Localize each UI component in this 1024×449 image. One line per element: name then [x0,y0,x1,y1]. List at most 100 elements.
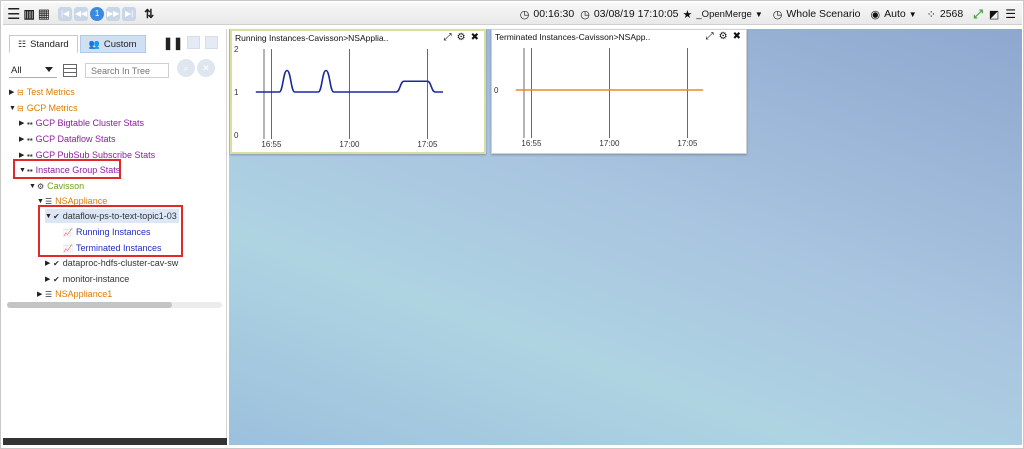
tree-label: GCP Dataflow Stats [35,134,116,144]
tab-custom[interactable]: 👥 Custom [79,35,146,53]
caret-down-icon[interactable]: ▼ [29,183,37,190]
scenario-label: Whole Scenario [786,8,861,20]
chevron-down-icon [45,67,53,72]
y-tick-label: 0 [494,86,499,95]
top-toolbar: ☰ ▥ ▦ |◀ ◀◀ 1 ▶▶ ▶| ⇅ ◷ 00:16:30 ◷ 03/08… [3,3,1022,25]
search-input[interactable] [85,63,169,78]
folder-icon: ⊟ [17,103,24,113]
spinner-icon: ⁘ [926,8,936,21]
x-tick-label: 17:00 [339,140,360,149]
search-button[interactable]: ⌕ [177,59,195,77]
gear-icon[interactable]: ⚙ [457,32,466,43]
caret-right-icon[interactable]: ▶ [45,275,53,283]
y-tick-label: 1 [234,88,239,97]
y-tick-label: 0 [234,131,239,140]
pager-next-button[interactable]: ▶▶ [106,6,121,21]
sidebar-footer [3,438,227,445]
close-icon[interactable]: ✖ [733,31,741,42]
scenario-selector[interactable]: ◷ Whole Scenario [773,8,861,21]
highlight-box-dataflow [38,205,183,257]
list-icon[interactable]: ☰ [1005,7,1016,21]
group-icon: ▪▪ [27,134,33,144]
refresh-count-value: 2568 [939,8,964,20]
server-icon: ☰ [45,289,53,299]
caret-down-icon[interactable]: ▼ [37,198,45,205]
favorite-selector[interactable]: ★ _OpenMerge ▼ [683,8,763,21]
clock-icon: ◷ [772,8,783,21]
expand-icon[interactable]: ⤢ [444,32,452,43]
elapsed-time: ◷ 00:16:30 [520,8,574,21]
settings-button[interactable] [205,36,218,49]
caret-right-icon[interactable]: ▶ [19,119,27,127]
tree-item-gcp-dataflow[interactable]: ▶ ▪▪ GCP Dataflow Stats [19,132,116,146]
expand-arrows-icon[interactable]: ⤢ [973,7,983,22]
list-icon: ☷ [18,38,27,49]
caret-right-icon[interactable]: ▶ [37,290,45,298]
tree-label: Test Metrics [26,87,75,97]
tab-standard[interactable]: ☷ Standard [9,35,78,53]
tree-item-cavisson[interactable]: ▼ ⚙ Cavisson [29,179,84,193]
view-mode-selector[interactable]: ◉ Auto ▼ [871,8,917,21]
terminated-instances-chart: 16:55 17:00 17:05 0 [494,48,703,148]
panel-controls: ⤢ ⚙ ✖ [444,32,479,43]
filter-dropdown[interactable]: All [9,63,57,78]
eye-icon: ◉ [870,8,881,21]
check-icon: ✔ [53,274,60,284]
sort-icon[interactable]: ⇅ [144,6,154,22]
grid-icon[interactable] [63,64,77,77]
caret-right-icon[interactable]: ▶ [19,135,27,143]
tab-standard-label: Standard [30,38,69,50]
panel-terminated-instances[interactable]: Terminated Instances-Cavisson>NSApp.. ⤢ … [491,29,747,154]
pager-current-page[interactable]: 1 [90,6,105,21]
horizontal-scrollbar-thumb[interactable] [7,302,172,308]
collapse-button[interactable] [187,36,200,49]
chevron-down-icon: ▼ [754,9,763,19]
close-icon[interactable]: ✖ [471,32,479,43]
clock-icon: ◷ [519,8,530,21]
caret-right-icon[interactable]: ▶ [19,151,27,159]
tree-label: dataproc-hdfs-cluster-cav-sw [62,258,179,268]
tree-filter-row: All ⌕ ✕ [9,59,217,79]
sidebar-tabs: ☷ Standard 👥 Custom [9,35,146,53]
tree-item-gcp-bigtable[interactable]: ▶ ▪▪ GCP Bigtable Cluster Stats [19,116,144,130]
tree-label: Cavisson [47,181,85,191]
x-tick-label: 17:00 [599,139,620,148]
bar-chart-icon[interactable]: ▥ [23,6,34,22]
expand-icon[interactable]: ⤢ [706,31,714,42]
tree-item-nsappliance1[interactable]: ▶ ☰ NSAppliance1 [37,287,112,301]
dashboard-area: Running Instances-Cavisson>NSApplia.. ⤢ … [229,29,1022,445]
tree-label: NSAppliance1 [55,289,113,299]
star-icon: ★ [682,8,693,21]
left-sidebar: ☷ Standard 👥 Custom ❚❚ All ⌕ ✕ ▶ ⊟ [3,29,227,445]
pause-icon[interactable]: ❚❚ [163,36,183,50]
pager-prev-button[interactable]: ◀◀ [74,6,89,21]
clear-search-button[interactable]: ✕ [197,59,215,77]
tree-item-dataproc[interactable]: ▶ ✔ dataproc-hdfs-cluster-cav-sw [45,256,178,270]
tree-label: GCP Bigtable Cluster Stats [35,118,145,128]
caret-right-icon[interactable]: ▶ [45,259,53,267]
favorite-label: _OpenMerge [696,8,752,20]
caret-right-icon[interactable]: ▶ [9,88,17,96]
tree-item-gcp-metrics[interactable]: ▼ ⊟ GCP Metrics [9,101,78,115]
filter-value: All [11,64,22,76]
caret-down-icon[interactable]: ▼ [9,105,17,112]
refresh-counter[interactable]: ⁘ 2568 [927,8,964,21]
x-tick-label: 17:05 [417,140,438,149]
table-icon[interactable]: ▦ [38,6,50,22]
menu-icon[interactable]: ☰ [7,6,20,23]
panel-controls: ⤢ ⚙ ✖ [706,31,741,42]
highlight-box-instance-group [13,159,121,179]
users-icon: 👥 [88,38,100,49]
tree-item-test-metrics[interactable]: ▶ ⊟ Test Metrics [9,85,75,99]
pager-last-button[interactable]: ▶| [122,6,137,21]
x-tick-label: 17:05 [677,139,698,148]
compare-icon[interactable]: ◩ [989,8,999,21]
app-window: ☰ ▥ ▦ |◀ ◀◀ 1 ▶▶ ▶| ⇅ ◷ 00:16:30 ◷ 03/08… [0,0,1024,449]
tree-item-monitor-instance[interactable]: ▶ ✔ monitor-instance [45,272,129,286]
gear-icon[interactable]: ⚙ [719,31,728,42]
elapsed-value: 00:16:30 [533,8,575,20]
panel-running-instances[interactable]: Running Instances-Cavisson>NSApplia.. ⤢ … [230,29,486,154]
tab-custom-label: Custom [103,38,137,50]
pager-first-button[interactable]: |◀ [58,6,73,21]
y-tick-label: 2 [234,45,239,54]
